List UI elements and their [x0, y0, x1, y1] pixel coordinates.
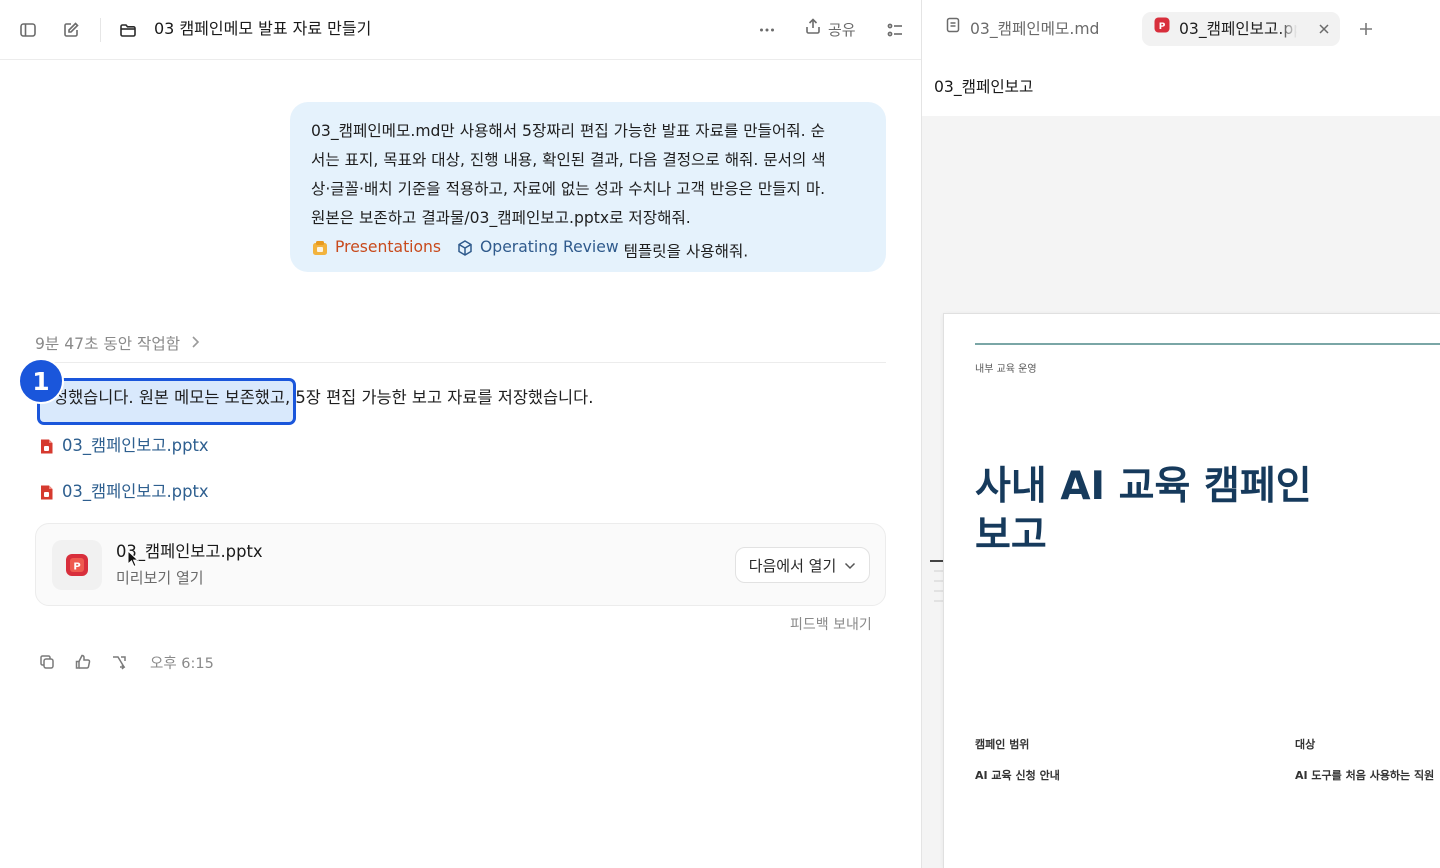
file-link-label: 03_캠페인보고.pptx: [62, 482, 209, 501]
user-message-tail: 템플릿을 사용해줘.: [623, 242, 749, 261]
pptx-icon: P: [1153, 12, 1171, 46]
new-chat-icon[interactable]: [59, 18, 83, 42]
share-icon: [804, 17, 822, 42]
preview-tabbar: 03_캠페인메모.md P 03_캠페인보고.pptx: [922, 0, 1440, 60]
user-message-bubble: 03_캠페인메모.md만 사용해서 5장짜리 편집 가능한 발표 자료를 만들어…: [290, 102, 886, 272]
open-in-label: 다음에서 열기: [748, 556, 837, 575]
operating-review-chip-label: Operating Review: [480, 238, 619, 256]
work-duration-toggle[interactable]: 9분 47초 동안 작업함: [35, 333, 200, 355]
document-icon: [944, 12, 962, 46]
tab-campaign-memo[interactable]: 03_캠페인메모.md: [944, 12, 1099, 46]
slide-preview: 내부 교육 운영 사내 AI 교육 캠페인 보고 캠페인 범위 AI 교육 신청…: [943, 313, 1440, 868]
presentations-chip[interactable]: Presentations: [311, 233, 441, 262]
file-link[interactable]: 03_캠페인보고.pptx: [38, 480, 209, 504]
user-message-chips-line: Presentations Operating Review 템플릿을 사용해줘…: [311, 233, 865, 267]
slide-title: 사내 AI 교육 캠페인 보고: [975, 464, 1312, 558]
user-message-line: 03_캠페인메모.md만 사용해서 5장짜리 편집 가능한 발표 자료를 만들어…: [311, 122, 825, 140]
slide-eyebrow: 내부 교육 운영: [975, 364, 1037, 375]
user-message-line: 서는 표지, 목표와 대상, 진행 내용, 확인된 결과, 다음 결정으로 해줘…: [311, 151, 826, 169]
presentations-icon: [311, 239, 329, 257]
tab-campaign-report[interactable]: P 03_캠페인보고.pptx: [1142, 12, 1340, 46]
svg-text:P: P: [1159, 22, 1166, 32]
pptx-icon: [38, 438, 55, 455]
chat-title[interactable]: 03 캠페인메모 발표 자료 만들기: [154, 17, 371, 41]
slide-meta-label: 대상: [1295, 738, 1316, 751]
message-actions: 오후 6:15: [36, 650, 214, 674]
pptx-icon: [38, 484, 55, 501]
preview-doc-title: 03_캠페인보고: [934, 78, 1034, 96]
message-timestamp: 오후 6:15: [150, 655, 214, 672]
chat-header: 03 캠페인메모 발표 자료 만들기 공유: [0, 0, 921, 60]
more-icon[interactable]: [755, 18, 779, 42]
sidebar-toggle-icon[interactable]: [16, 18, 40, 42]
list-icon[interactable]: [883, 18, 907, 42]
send-feedback-link[interactable]: 피드백 보내기: [790, 615, 872, 635]
close-icon[interactable]: [1318, 12, 1330, 46]
file-link-label: 03_캠페인보고.pptx: [62, 436, 209, 455]
slide-rule: [975, 343, 1440, 345]
open-in-dropdown[interactable]: 다음에서 열기: [735, 547, 870, 583]
user-message-line: 원본은 보존하고 결과물/03_캠페인보고.pptx로 저장해줘.: [311, 209, 691, 227]
share-button[interactable]: 공유: [804, 17, 856, 42]
folder-icon: [116, 18, 140, 42]
template-icon: [456, 239, 474, 257]
share-label: 공유: [828, 20, 856, 39]
divider: [35, 362, 886, 363]
tab-label: 03_캠페인보고.pptx: [1179, 20, 1297, 38]
header-divider: [100, 18, 101, 42]
file-link[interactable]: 03_캠페인보고.pptx: [38, 434, 209, 458]
assistant-result-text: 정했습니다. 원본 메모는 보존했고, 5장 편집 가능한 보고 자료를 저장했…: [35, 386, 593, 410]
svg-text:P: P: [73, 562, 80, 573]
chevron-down-icon: [844, 556, 856, 574]
slide-meta-value: AI 교육 신청 안내: [975, 769, 1060, 782]
work-duration-label: 9분 47초 동안 작업함: [35, 335, 181, 353]
branch-icon[interactable]: [108, 651, 130, 673]
plus-icon[interactable]: [1354, 17, 1378, 41]
file-attachment-card[interactable]: P 03_캠페인보고.pptx 미리보기 열기 다음에서 열기: [35, 523, 886, 606]
pptx-icon: P: [52, 540, 102, 590]
result-text-rest: 5장 편집 가능한 보고 자료를 저장했습니다.: [290, 388, 594, 407]
chevron-right-icon: [190, 333, 200, 355]
operating-review-chip[interactable]: Operating Review: [456, 233, 619, 262]
file-preview-pane: 03_캠페인메모.md P 03_캠페인보고.pptx 03_캠페인보고 내부 …: [921, 0, 1440, 868]
user-message-line: 상·글꼴·배치 기준을 적용하고, 자료에 없는 성과 수치나 고객 반응은 만…: [311, 180, 826, 198]
mouse-cursor-icon: [127, 549, 140, 572]
presentations-chip-label: Presentations: [335, 238, 442, 256]
preview-doc-header: 03_캠페인보고: [922, 60, 1440, 116]
slide-meta-label: 캠페인 범위: [975, 738, 1030, 751]
chat-pane: 03 캠페인메모 발표 자료 만들기 공유 03_캠페인메모.md만 사용해서 …: [0, 0, 921, 868]
step-badge: 1: [18, 358, 64, 404]
highlighted-text: 정했습니다. 원본 메모는 보존했고,: [53, 388, 291, 407]
tab-label: 03_캠페인메모.md: [970, 20, 1100, 38]
thumbs-icon[interactable]: [72, 651, 94, 673]
copy-icon[interactable]: [36, 651, 58, 673]
slide-meta-value: AI 도구를 처음 사용하는 직원: [1295, 769, 1435, 782]
